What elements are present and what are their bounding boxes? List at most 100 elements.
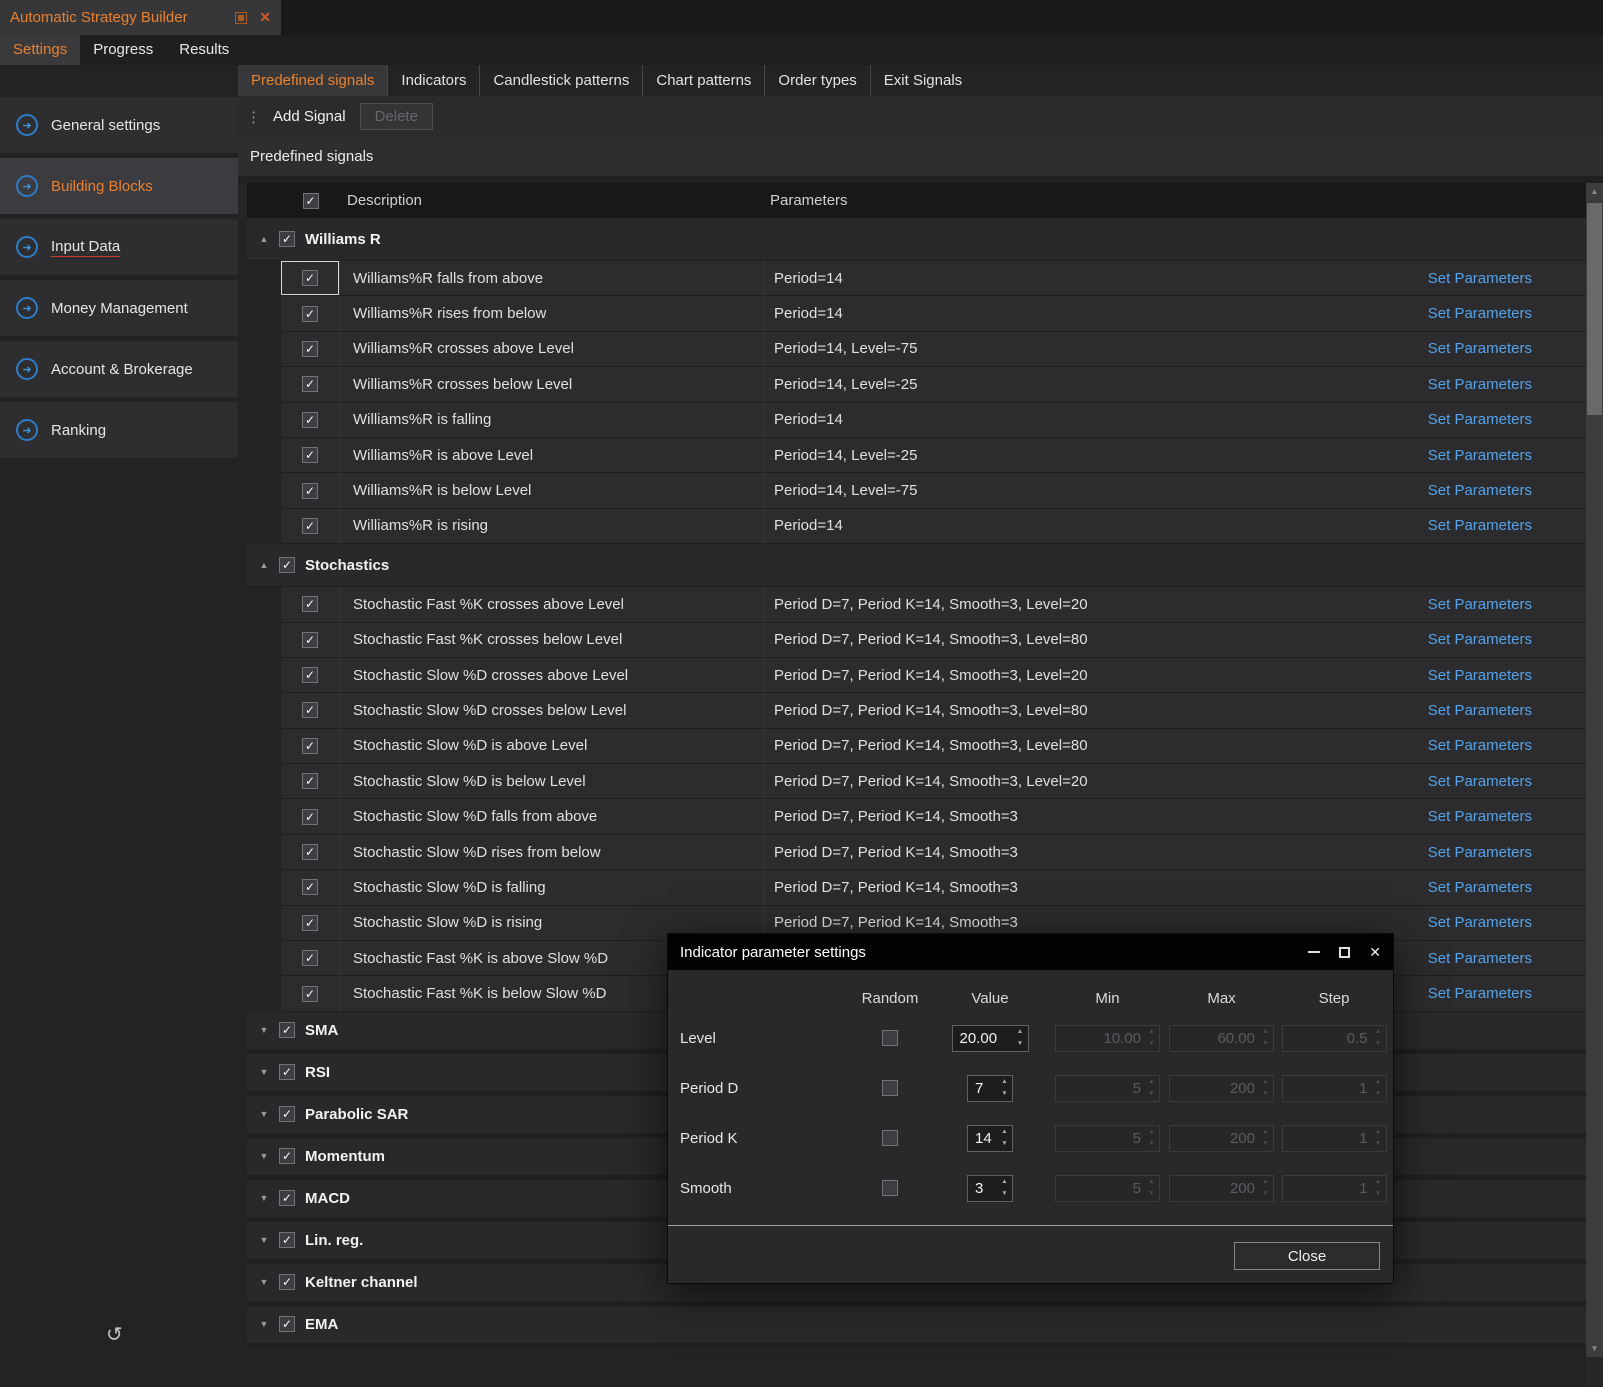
column-header-description[interactable]: Description bbox=[340, 192, 765, 209]
collapse-icon[interactable]: ▲ bbox=[257, 234, 271, 244]
group-row-ema[interactable]: ▼EMA bbox=[247, 1306, 1586, 1348]
signal-checkbox[interactable] bbox=[302, 447, 318, 463]
signal-checkbox[interactable] bbox=[302, 702, 318, 718]
signal-row[interactable]: Stochastic Slow %D crosses above LevelPe… bbox=[281, 658, 1586, 693]
minimize-icon[interactable] bbox=[1308, 951, 1320, 953]
sidebar-item-money-management[interactable]: ➜Money Management bbox=[0, 280, 238, 336]
signal-row[interactable]: Williams%R is below LevelPeriod=14, Leve… bbox=[281, 473, 1586, 508]
set-parameters-link[interactable]: Set Parameters bbox=[1414, 808, 1586, 825]
value-input[interactable]: 7▲▼ bbox=[967, 1075, 1013, 1102]
group-row-williams-r[interactable]: ▲Williams R bbox=[247, 218, 1586, 261]
spin-up-icon[interactable]: ▲ bbox=[1373, 1079, 1384, 1086]
signal-checkbox[interactable] bbox=[302, 667, 318, 683]
signal-checkbox[interactable] bbox=[302, 844, 318, 860]
spin-down-icon[interactable]: ▼ bbox=[1260, 1091, 1271, 1098]
refresh-icon[interactable]: ↺ bbox=[106, 1322, 123, 1347]
set-parameters-link[interactable]: Set Parameters bbox=[1414, 702, 1586, 719]
sidebar-item-general-settings[interactable]: ➜General settings bbox=[0, 97, 238, 153]
set-parameters-link[interactable]: Set Parameters bbox=[1414, 270, 1586, 287]
signal-row[interactable]: Williams%R is above LevelPeriod=14, Leve… bbox=[281, 438, 1586, 473]
random-checkbox[interactable] bbox=[882, 1180, 898, 1196]
tab-indicators[interactable]: Indicators bbox=[387, 65, 479, 96]
group-checkbox[interactable] bbox=[279, 1316, 295, 1332]
sidebar-item-input-data[interactable]: ➜Input Data bbox=[0, 219, 238, 275]
value-input[interactable]: 3▲▼ bbox=[967, 1175, 1013, 1202]
set-parameters-link[interactable]: Set Parameters bbox=[1414, 376, 1586, 393]
scrollbar-thumb[interactable] bbox=[1587, 203, 1602, 415]
toolbar-grip-icon[interactable]: ⋮ bbox=[246, 108, 261, 126]
set-parameters-link[interactable]: Set Parameters bbox=[1414, 631, 1586, 648]
spin-down-icon[interactable]: ▼ bbox=[1146, 1191, 1157, 1198]
spin-up-icon[interactable]: ▲ bbox=[1146, 1179, 1157, 1186]
spin-down-icon[interactable]: ▼ bbox=[1373, 1041, 1384, 1048]
expand-icon[interactable]: ▼ bbox=[257, 1025, 271, 1035]
spin-up-icon[interactable]: ▲ bbox=[1373, 1029, 1384, 1036]
window-title-tab[interactable]: Automatic Strategy Builder ✕ bbox=[0, 0, 281, 35]
spin-down-icon[interactable]: ▼ bbox=[1260, 1141, 1271, 1148]
spinner-control[interactable]: ▲▼ bbox=[1146, 1029, 1157, 1048]
signal-checkbox[interactable] bbox=[302, 376, 318, 392]
spinner-control[interactable]: ▲▼ bbox=[999, 1079, 1010, 1098]
set-parameters-link[interactable]: Set Parameters bbox=[1414, 844, 1586, 861]
spinner-control[interactable]: ▲▼ bbox=[1373, 1129, 1384, 1148]
spin-up-icon[interactable]: ▲ bbox=[1146, 1129, 1157, 1136]
spin-up-icon[interactable]: ▲ bbox=[1260, 1129, 1271, 1136]
spin-down-icon[interactable]: ▼ bbox=[999, 1191, 1010, 1198]
sidebar-item-account-brokerage[interactable]: ➜Account & Brokerage bbox=[0, 341, 238, 397]
group-checkbox[interactable] bbox=[279, 1232, 295, 1248]
scroll-up-icon[interactable]: ▲ bbox=[1586, 183, 1603, 200]
step-input[interactable]: 1▲▼ bbox=[1282, 1075, 1387, 1102]
group-checkbox[interactable] bbox=[279, 557, 295, 573]
signal-checkbox[interactable] bbox=[302, 518, 318, 534]
spin-down-icon[interactable]: ▼ bbox=[1146, 1091, 1157, 1098]
spinner-control[interactable]: ▲▼ bbox=[999, 1179, 1010, 1198]
signal-row[interactable]: Stochastic Slow %D is above LevelPeriod … bbox=[281, 729, 1586, 764]
signal-checkbox[interactable] bbox=[302, 596, 318, 612]
dock-window-icon[interactable] bbox=[235, 12, 247, 24]
set-parameters-link[interactable]: Set Parameters bbox=[1414, 773, 1586, 790]
spin-up-icon[interactable]: ▲ bbox=[1260, 1029, 1271, 1036]
signal-checkbox[interactable] bbox=[302, 738, 318, 754]
max-input[interactable]: 200▲▼ bbox=[1169, 1175, 1274, 1202]
group-checkbox[interactable] bbox=[279, 1190, 295, 1206]
spin-up-icon[interactable]: ▲ bbox=[999, 1079, 1010, 1086]
delete-button[interactable]: Delete bbox=[360, 103, 433, 130]
signal-checkbox[interactable] bbox=[302, 809, 318, 825]
collapse-icon[interactable]: ▲ bbox=[257, 560, 271, 570]
step-input[interactable]: 1▲▼ bbox=[1282, 1175, 1387, 1202]
signal-checkbox[interactable] bbox=[302, 915, 318, 931]
spin-down-icon[interactable]: ▼ bbox=[1146, 1041, 1157, 1048]
signal-checkbox[interactable] bbox=[302, 632, 318, 648]
dialog-close-icon[interactable]: ✕ bbox=[1369, 944, 1381, 961]
set-parameters-link[interactable]: Set Parameters bbox=[1414, 305, 1586, 322]
signal-row[interactable]: Stochastic Fast %K crosses below LevelPe… bbox=[281, 623, 1586, 658]
step-input[interactable]: 1▲▼ bbox=[1282, 1125, 1387, 1152]
scroll-down-icon[interactable]: ▼ bbox=[1586, 1340, 1603, 1357]
spin-up-icon[interactable]: ▲ bbox=[1146, 1079, 1157, 1086]
spin-down-icon[interactable]: ▼ bbox=[1015, 1041, 1026, 1048]
spin-down-icon[interactable]: ▼ bbox=[1260, 1041, 1271, 1048]
signal-checkbox[interactable] bbox=[302, 950, 318, 966]
spinner-control[interactable]: ▲▼ bbox=[999, 1129, 1010, 1148]
signal-checkbox[interactable] bbox=[302, 879, 318, 895]
max-input[interactable]: 200▲▼ bbox=[1169, 1075, 1274, 1102]
random-checkbox[interactable] bbox=[882, 1030, 898, 1046]
spinner-control[interactable]: ▲▼ bbox=[1146, 1129, 1157, 1148]
spin-up-icon[interactable]: ▲ bbox=[999, 1129, 1010, 1136]
main-tab-settings[interactable]: Settings bbox=[0, 35, 80, 65]
spin-up-icon[interactable]: ▲ bbox=[1373, 1179, 1384, 1186]
spinner-control[interactable]: ▲▼ bbox=[1373, 1079, 1384, 1098]
set-parameters-link[interactable]: Set Parameters bbox=[1414, 914, 1586, 931]
signal-checkbox[interactable] bbox=[302, 773, 318, 789]
signal-row[interactable]: Williams%R crosses above LevelPeriod=14,… bbox=[281, 332, 1586, 367]
expand-icon[interactable]: ▼ bbox=[257, 1109, 271, 1119]
group-checkbox[interactable] bbox=[279, 1106, 295, 1122]
dialog-titlebar[interactable]: Indicator parameter settings ✕ bbox=[668, 934, 1393, 970]
signal-row[interactable]: Williams%R crosses below LevelPeriod=14,… bbox=[281, 367, 1586, 402]
spinner-control[interactable]: ▲▼ bbox=[1260, 1129, 1271, 1148]
column-header-parameters[interactable]: Parameters bbox=[765, 192, 1586, 209]
spinner-control[interactable]: ▲▼ bbox=[1146, 1079, 1157, 1098]
group-checkbox[interactable] bbox=[279, 1022, 295, 1038]
spinner-control[interactable]: ▲▼ bbox=[1373, 1179, 1384, 1198]
group-checkbox[interactable] bbox=[279, 1064, 295, 1080]
